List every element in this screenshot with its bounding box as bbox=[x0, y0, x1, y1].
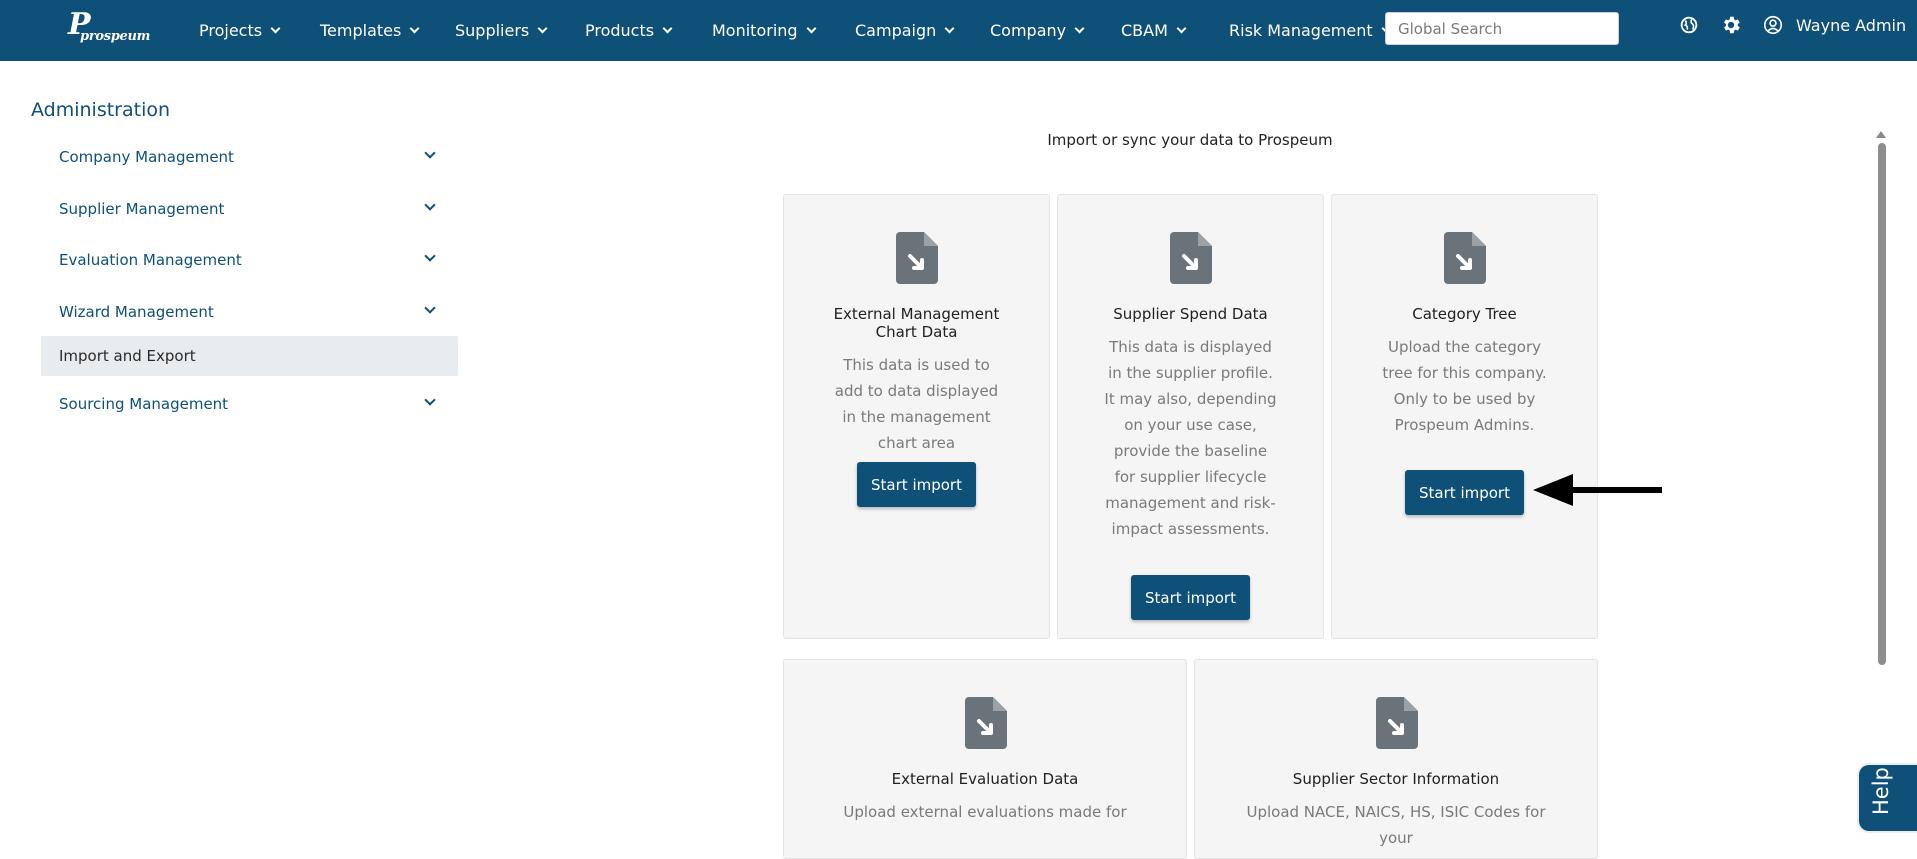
import-card-external-evaluation-data: External Evaluation Data Upload external… bbox=[783, 659, 1187, 859]
sidebar-item-label: Company Management bbox=[59, 148, 234, 166]
sidebar-item-sourcing-management[interactable]: Sourcing Management bbox=[41, 384, 458, 424]
chevron-down-icon bbox=[409, 23, 420, 34]
card-title: Supplier Sector Information bbox=[1292, 770, 1500, 788]
chevron-down-icon bbox=[424, 147, 436, 159]
chevron-down-icon bbox=[424, 394, 436, 406]
card-title: External Management Chart Data bbox=[833, 305, 1000, 341]
nav-label: Projects bbox=[199, 21, 263, 40]
file-import-icon bbox=[1170, 232, 1212, 284]
nav-label: Company bbox=[990, 21, 1067, 40]
sidebar-item-wizard-management[interactable]: Wizard Management bbox=[41, 292, 458, 332]
sidebar-item-label: Wizard Management bbox=[59, 303, 214, 321]
user-circle-icon[interactable] bbox=[1762, 14, 1784, 36]
sidebar-item-label: Sourcing Management bbox=[59, 395, 229, 413]
nav-cbam[interactable]: CBAM bbox=[1121, 0, 1187, 61]
nav-monitoring[interactable]: Monitoring bbox=[712, 0, 817, 61]
help-button[interactable]: Help bbox=[1857, 763, 1917, 833]
card-title: External Evaluation Data bbox=[891, 770, 1079, 788]
globe-icon[interactable] bbox=[1678, 14, 1700, 36]
nav-label: Templates bbox=[320, 21, 402, 40]
sidebar-item-label: Supplier Management bbox=[59, 200, 225, 218]
chevron-down-icon bbox=[424, 250, 436, 262]
sidebar-item-import-and-export[interactable]: Import and Export bbox=[41, 336, 458, 376]
chevron-down-icon bbox=[424, 199, 436, 211]
nav-templates[interactable]: Templates bbox=[320, 0, 420, 61]
prospeum-logo[interactable]: P prospeum bbox=[68, 10, 150, 48]
chevron-down-icon bbox=[537, 23, 548, 34]
nav-suppliers[interactable]: Suppliers bbox=[455, 0, 548, 61]
import-card-external-management-chart-data: External Management Chart Data This data… bbox=[783, 194, 1050, 639]
gear-icon[interactable] bbox=[1720, 14, 1742, 36]
nav-company[interactable]: Company bbox=[990, 0, 1085, 61]
nav-label: CBAM bbox=[1121, 21, 1168, 40]
start-import-button[interactable]: Start import bbox=[857, 462, 976, 507]
nav-projects[interactable]: Projects bbox=[199, 0, 281, 61]
sidebar-title: Administration bbox=[31, 99, 171, 121]
sidebar-item-evaluation-management[interactable]: Evaluation Management bbox=[41, 240, 458, 280]
nav-label: Campaign bbox=[855, 21, 937, 40]
card-description: Upload NACE, NAICS, HS, ISIC Codes for y… bbox=[1246, 803, 1546, 847]
file-import-icon bbox=[1376, 697, 1418, 749]
nav-label: Products bbox=[585, 21, 655, 40]
chevron-down-icon bbox=[944, 23, 955, 34]
start-import-button[interactable]: Start import bbox=[1405, 470, 1524, 515]
nav-label: Suppliers bbox=[455, 21, 530, 40]
nav-label: Risk Management bbox=[1229, 21, 1373, 40]
card-description: This data is displayed in the supplier p… bbox=[1104, 338, 1277, 538]
nav-products[interactable]: Products bbox=[585, 0, 673, 61]
chevron-down-icon bbox=[1176, 23, 1187, 34]
sidebar-item-company-management[interactable]: Company Management bbox=[41, 137, 458, 177]
sidebar-item-supplier-management[interactable]: Supplier Management bbox=[41, 189, 458, 229]
user-name[interactable]: Wayne Admin bbox=[1796, 16, 1906, 35]
card-description: Upload external evaluations made for bbox=[843, 803, 1127, 821]
scroll-up-arrow[interactable] bbox=[1876, 131, 1886, 138]
import-card-supplier-sector-information: Supplier Sector Information Upload NACE,… bbox=[1194, 659, 1598, 859]
sidebar-item-label: Evaluation Management bbox=[59, 251, 242, 269]
nav-label: Monitoring bbox=[712, 21, 798, 40]
card-title: Supplier Spend Data bbox=[1113, 305, 1268, 323]
card-description: Upload the category tree for this compan… bbox=[1382, 338, 1547, 434]
file-import-icon bbox=[965, 697, 1007, 749]
nav-risk-management[interactable]: Risk Management bbox=[1229, 0, 1392, 61]
card-description: This data is used to add to data display… bbox=[834, 356, 999, 452]
file-import-icon bbox=[896, 232, 938, 284]
start-import-button[interactable]: Start import bbox=[1131, 575, 1250, 620]
chevron-down-icon bbox=[806, 23, 817, 34]
chevron-down-icon bbox=[270, 23, 281, 34]
scrollbar-thumb[interactable] bbox=[1878, 143, 1886, 665]
sidebar-item-label: Import and Export bbox=[59, 347, 196, 365]
page-heading: Import or sync your data to Prospeum bbox=[1047, 131, 1333, 149]
global-search-input[interactable] bbox=[1385, 12, 1619, 45]
chevron-down-icon bbox=[662, 23, 673, 34]
import-card-supplier-spend-data: Supplier Spend Data This data is display… bbox=[1057, 194, 1324, 639]
nav-campaign[interactable]: Campaign bbox=[855, 0, 955, 61]
card-title: Category Tree bbox=[1412, 305, 1517, 323]
help-label: Help bbox=[1869, 767, 1893, 815]
chevron-down-icon bbox=[1074, 23, 1085, 34]
import-card-category-tree: Category Tree Upload the category tree f… bbox=[1331, 194, 1598, 639]
top-navigation-bar: P prospeum Projects Templates Suppliers … bbox=[0, 0, 1917, 61]
chevron-down-icon bbox=[424, 302, 436, 314]
file-import-icon bbox=[1444, 232, 1486, 284]
logo-text: prospeum bbox=[80, 29, 151, 44]
annotation-arrow-icon bbox=[1533, 474, 1662, 506]
